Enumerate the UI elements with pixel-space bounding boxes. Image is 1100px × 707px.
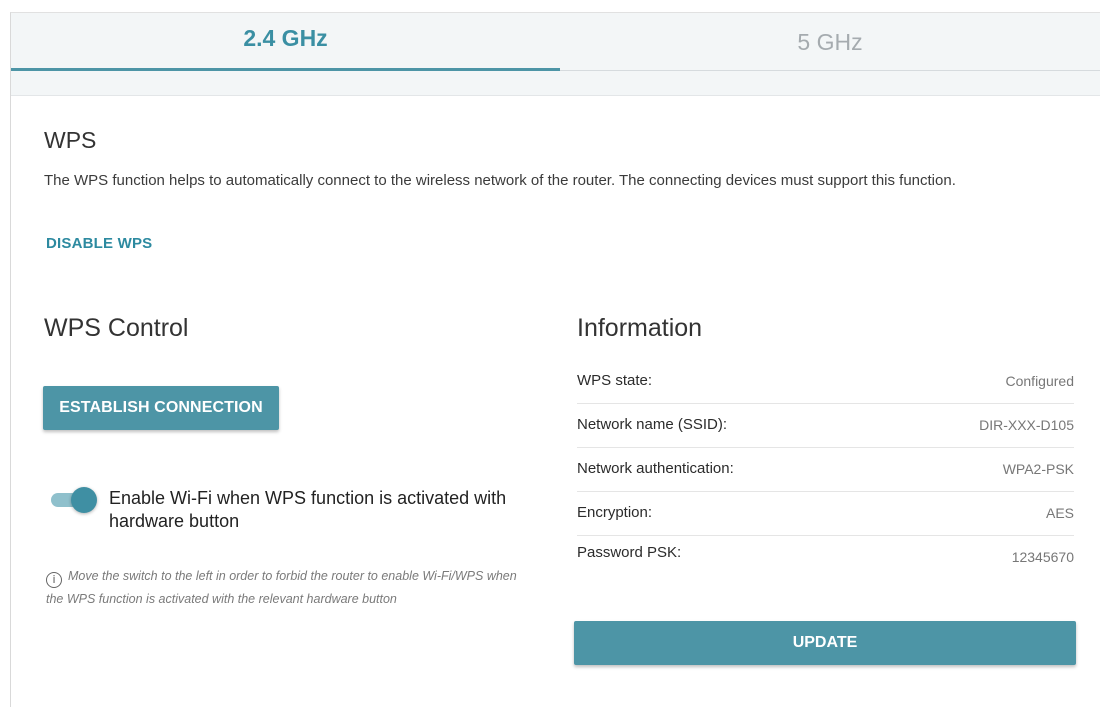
update-button[interactable]: UPDATE — [574, 621, 1076, 665]
toggle-knob — [71, 487, 97, 513]
info-label: WPS state: — [577, 372, 653, 389]
info-value: 12345670 — [1011, 549, 1074, 565]
establish-connection-button[interactable]: ESTABLISH CONNECTION — [43, 386, 279, 430]
info-label: Password PSK: — [577, 544, 682, 561]
info-value: WPA2-PSK — [1002, 461, 1074, 477]
tabs-divider — [11, 71, 1100, 96]
info-value: Configured — [1005, 373, 1075, 389]
information-title: Information — [577, 314, 703, 342]
info-value: AES — [1045, 505, 1074, 521]
enable-wifi-toggle[interactable] — [51, 487, 97, 513]
disable-wps-link[interactable]: DISABLE WPS — [46, 235, 152, 252]
wps-section-title: WPS — [44, 127, 97, 153]
info-value: DIR-XXX-D105 — [979, 417, 1074, 433]
tab-5-ghz[interactable]: 5 GHz — [560, 13, 1100, 70]
info-row-wps-state: WPS state: Configured — [577, 360, 1074, 404]
info-row-network-authentication: Network authentication: WPA2-PSK — [577, 448, 1074, 492]
info-icon: i — [46, 572, 62, 588]
hardware-button-note-text: Move the switch to the left in order to … — [46, 569, 517, 606]
frequency-tabs: 2.4 GHz 5 GHz — [11, 13, 1100, 71]
wps-control-title: WPS Control — [44, 314, 189, 342]
information-table: WPS state: Configured Network name (SSID… — [577, 360, 1074, 580]
info-label: Network authentication: — [577, 460, 734, 477]
info-row-encryption: Encryption: AES — [577, 492, 1074, 536]
wps-description: The WPS function helps to automatically … — [44, 172, 956, 189]
tab-2-4-ghz[interactable]: 2.4 GHz — [11, 13, 560, 71]
info-label: Encryption: — [577, 504, 653, 521]
info-row-password-psk: Password PSK: 12345670 — [577, 536, 1074, 580]
info-row-network-name: Network name (SSID): DIR-XXX-D105 — [577, 404, 1074, 448]
hardware-button-note: i Move the switch to the left in order to… — [46, 565, 536, 611]
info-label: Network name (SSID): — [577, 416, 728, 433]
enable-wifi-toggle-label: Enable Wi-Fi when WPS function is activa… — [109, 488, 507, 531]
